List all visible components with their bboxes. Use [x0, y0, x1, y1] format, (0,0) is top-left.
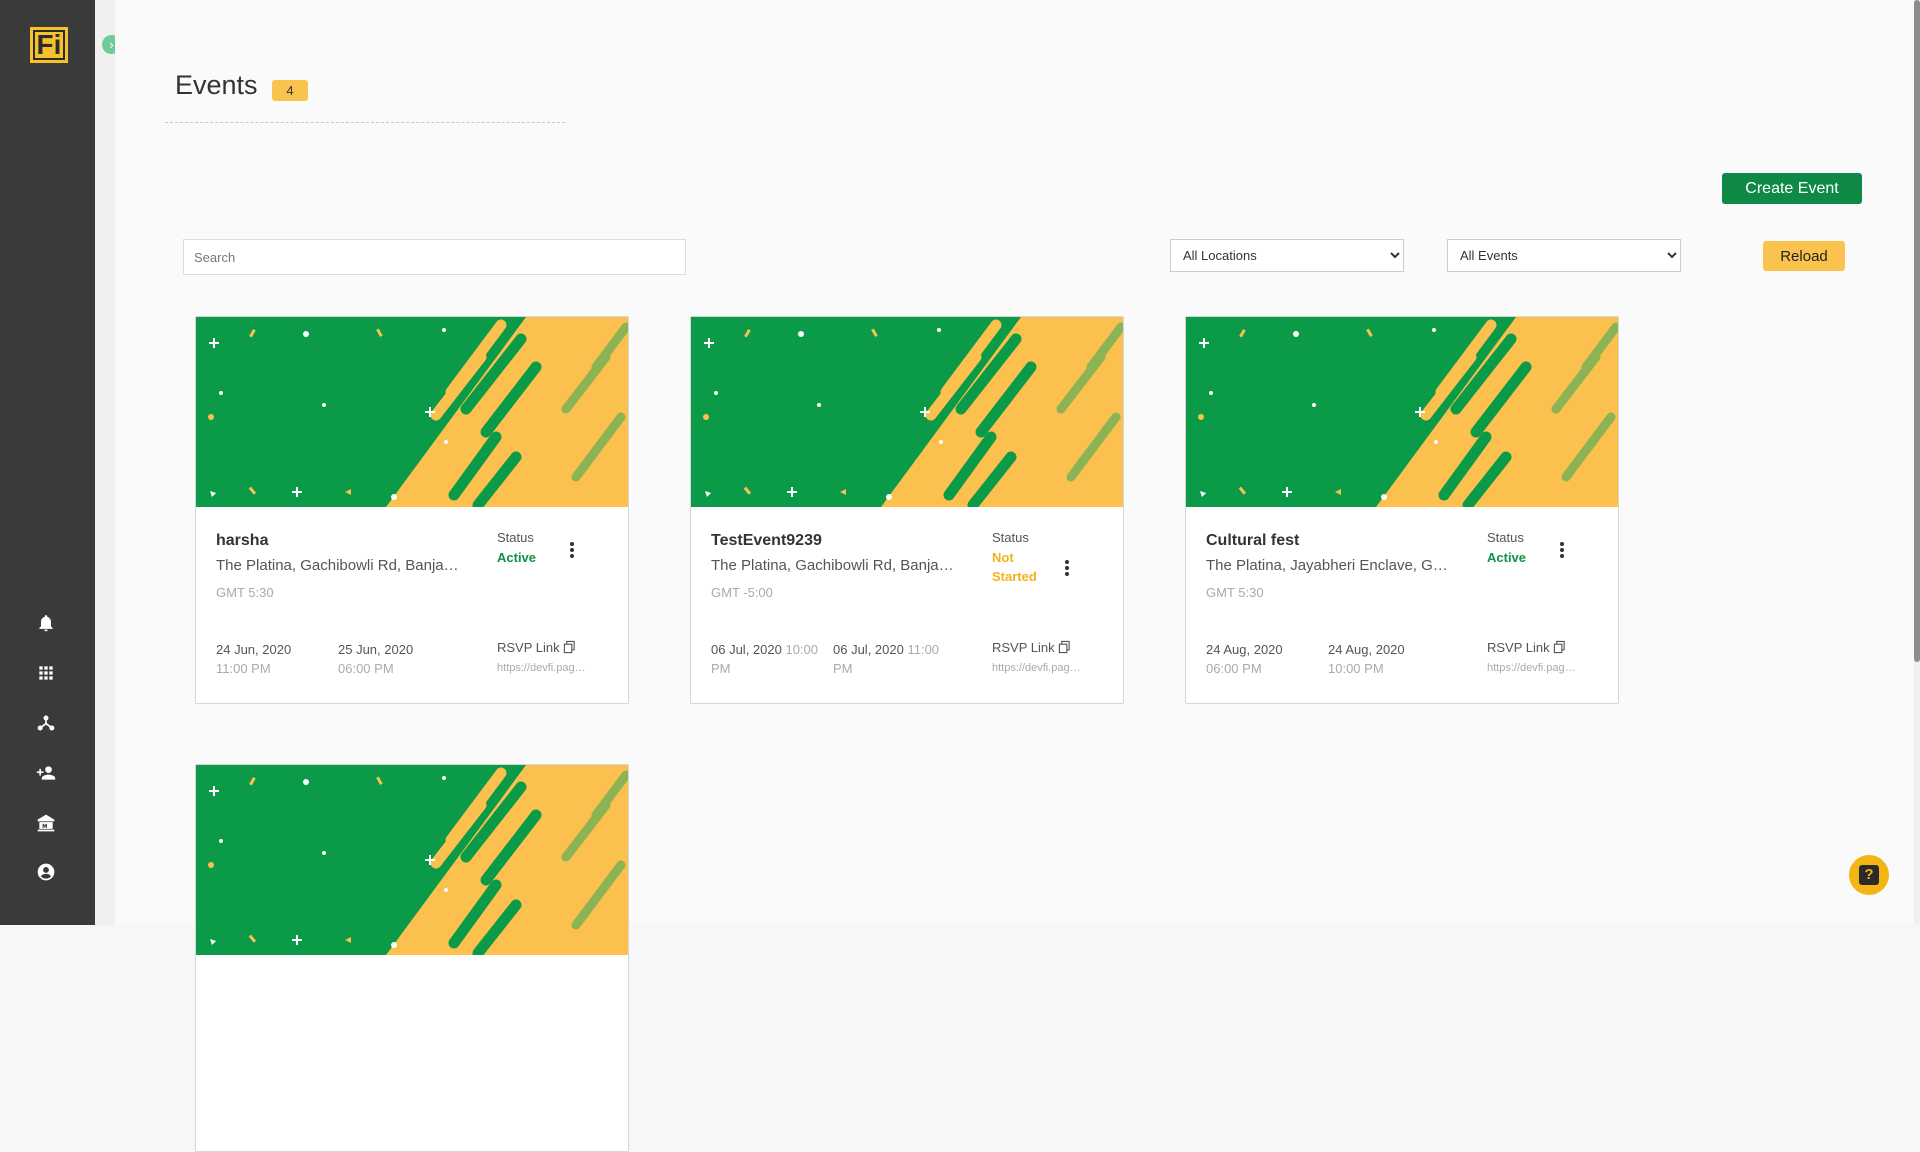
event-name: harsha: [216, 532, 269, 549]
event-start: 24 Jun, 2020 11:00 PM: [216, 640, 326, 678]
event-timezone: GMT 5:30: [1206, 585, 1264, 600]
event-card[interactable]: Cultural fest The Platina, Jayabheri Enc…: [1185, 316, 1619, 704]
app-logo[interactable]: Fi: [30, 27, 68, 63]
reload-button[interactable]: Reload: [1763, 241, 1845, 271]
event-timezone: GMT -5:00: [711, 585, 773, 600]
event-end: 25 Jun, 2020 06:00 PM: [338, 640, 448, 678]
start-time: 06:00 PM: [1206, 661, 1262, 676]
more-options-icon[interactable]: [566, 540, 578, 562]
page-title: Events: [175, 70, 258, 100]
event-banner-image: [196, 765, 628, 955]
vertical-scrollbar[interactable]: [1914, 0, 1920, 925]
location-filter-select[interactable]: All Locations: [1170, 239, 1404, 272]
rsvp-link[interactable]: https://devfi.page.link: [497, 662, 589, 674]
event-start: 06 Jul, 2020 10:00 PM: [711, 640, 821, 678]
copy-icon[interactable]: [1553, 640, 1566, 654]
event-banner-image: [691, 317, 1123, 507]
copy-icon[interactable]: [1058, 640, 1071, 654]
status-badge: Active: [1487, 550, 1527, 565]
bell-icon[interactable]: [36, 613, 56, 633]
event-location: The Platina, Gachibowli Rd, Banjara Hill…: [216, 557, 461, 574]
more-options-icon[interactable]: [1556, 540, 1568, 562]
event-start: 24 Aug, 2020 06:00 PM: [1206, 640, 1316, 678]
event-banner-image: [1186, 317, 1618, 507]
end-time: 06:00 PM: [338, 661, 394, 676]
event-location: The Platina, Gachibowli Rd, Banjara Hill…: [711, 557, 956, 574]
event-name: TestEvent9239: [711, 532, 822, 549]
event-count-badge: 4: [272, 80, 308, 101]
sidebar-gutter: [95, 0, 115, 925]
page-header: Events 4: [165, 70, 565, 123]
event-location: The Platina, Jayabheri Enclave, Gachibow…: [1206, 557, 1451, 574]
status-label: Status: [992, 530, 1029, 545]
event-end: 24 Aug, 2020 10:00 PM: [1328, 640, 1438, 678]
sidebar: Fi: [0, 0, 95, 925]
event-banner-image: [196, 317, 628, 507]
apps-grid-icon[interactable]: [36, 663, 56, 683]
event-filter-select[interactable]: All Events: [1447, 239, 1681, 272]
status-badge: Not Started: [992, 550, 1037, 584]
event-card[interactable]: TestEvent9239 The Platina, Gachibowli Rd…: [690, 316, 1124, 704]
main-content: Events 4 Create Event All Locations All …: [115, 0, 1920, 1152]
more-options-icon[interactable]: [1061, 558, 1073, 580]
rsvp-label: RSVP Link: [497, 640, 560, 655]
rsvp-link[interactable]: https://devfi.page.link: [992, 662, 1084, 674]
scrollbar-thumb[interactable]: [1914, 0, 1920, 662]
event-name: Cultural fest: [1206, 532, 1300, 549]
search-input[interactable]: [183, 239, 686, 275]
start-date: 24 Aug, 2020: [1206, 642, 1283, 657]
event-card[interactable]: harsha The Platina, Gachibowli Rd, Banja…: [195, 316, 629, 704]
status-label: Status: [1487, 530, 1524, 545]
network-icon[interactable]: [36, 713, 56, 733]
copy-icon[interactable]: [563, 640, 576, 654]
end-date: 24 Aug, 2020: [1328, 642, 1405, 657]
event-timezone: GMT 5:30: [216, 585, 274, 600]
start-date: 24 Jun, 2020: [216, 642, 292, 657]
rsvp-link[interactable]: https://devfi.page.link: [1487, 662, 1579, 674]
create-event-button[interactable]: Create Event: [1722, 173, 1862, 204]
end-time: 10:00 PM: [1328, 661, 1384, 676]
add-user-icon[interactable]: [36, 763, 56, 783]
institution-icon[interactable]: [36, 813, 56, 833]
status-badge: Active: [497, 550, 537, 565]
event-card[interactable]: [195, 764, 629, 1152]
end-date: 25 Jun, 2020: [338, 642, 414, 657]
rsvp-label: RSVP Link: [992, 640, 1055, 655]
rsvp-label: RSVP Link: [1487, 640, 1550, 655]
event-end: 06 Jul, 2020 11:00 PM: [833, 640, 943, 678]
start-time: 11:00 PM: [216, 661, 271, 676]
account-icon[interactable]: [36, 862, 56, 882]
help-button[interactable]: ?: [1849, 855, 1889, 895]
help-question-icon: ?: [1859, 865, 1879, 885]
status-label: Status: [497, 530, 534, 545]
start-date: 06 Jul, 2020: [711, 642, 782, 657]
end-date: 06 Jul, 2020: [833, 642, 904, 657]
